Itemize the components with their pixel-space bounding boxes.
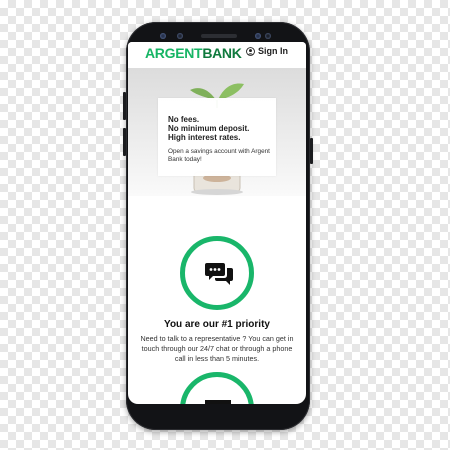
promo-headline: No fees. No minimum deposit. High intere…: [168, 115, 249, 142]
promo-subtext: Open a savings account with Argent Bank …: [168, 148, 270, 163]
front-camera: [160, 33, 166, 39]
phone-screen: ARGENTBANK Sign In No fees. No minimum d…: [128, 42, 306, 404]
argent-bank-logo[interactable]: ARGENTBANK: [145, 45, 242, 61]
earpiece-speaker: [201, 34, 237, 38]
hero-banner: No fees. No minimum deposit. High intere…: [128, 68, 306, 196]
iris-sensor: [255, 33, 261, 39]
sign-in-label: Sign In: [258, 46, 288, 56]
feature-chat-badge: [180, 236, 254, 310]
light-sensor: [265, 33, 271, 39]
logo-text-argent: ARGENT: [145, 45, 203, 61]
power-button: [310, 138, 313, 164]
user-circle-icon: [246, 46, 255, 56]
feature-description: Need to talk to a representative ? You c…: [140, 334, 294, 363]
promo-line-3: High interest rates.: [168, 133, 241, 142]
volume-up-button: [123, 92, 126, 120]
promo-line-2: No minimum deposit.: [168, 124, 250, 133]
proximity-sensor: [177, 33, 183, 39]
app-header: ARGENTBANK Sign In: [128, 42, 306, 68]
feature-title: You are our #1 priority: [164, 319, 270, 330]
promo-card: No fees. No minimum deposit. High intere…: [158, 98, 276, 176]
sign-in-link[interactable]: Sign In: [246, 46, 288, 56]
volume-down-button: [123, 128, 126, 156]
promo-line-1: No fees.: [168, 115, 200, 124]
logo-text-bank: BANK: [202, 45, 242, 61]
feature-money-badge: [180, 372, 254, 404]
money-icon: [205, 400, 231, 404]
chat-icon: [205, 263, 233, 285]
